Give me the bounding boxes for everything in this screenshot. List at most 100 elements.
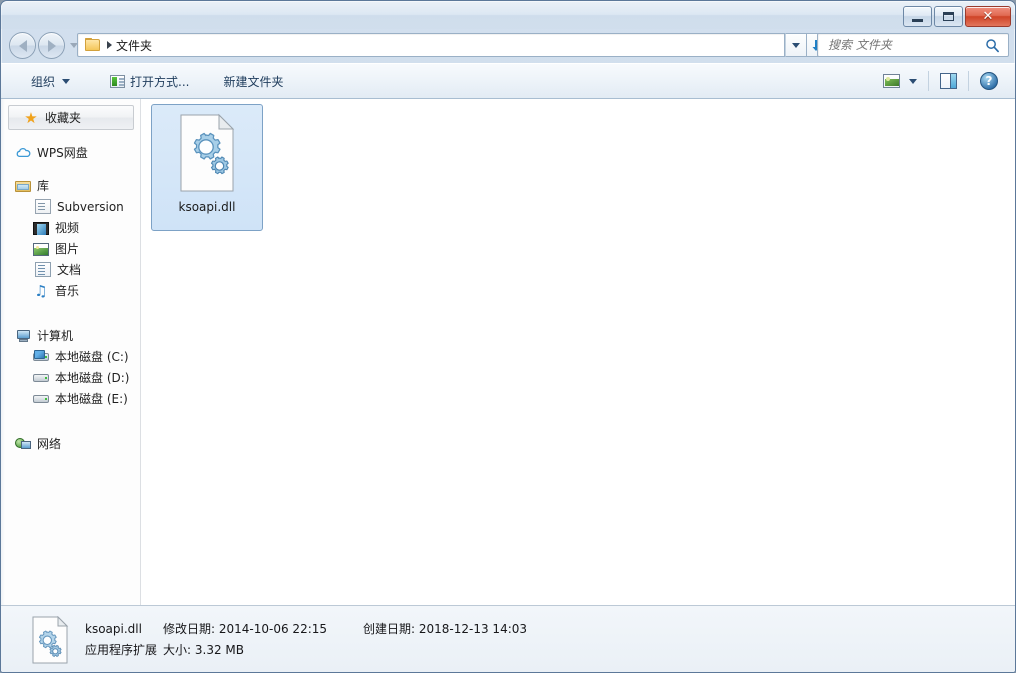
help-button[interactable]: ? (975, 68, 1003, 94)
maximize-icon (943, 12, 954, 21)
details-modified: 修改日期: 2014-10-06 22:15 (163, 620, 363, 637)
star-icon: ★ (24, 108, 38, 127)
sidebar-item-wps-cloud[interactable]: WPS网盘 (1, 142, 140, 163)
sidebar-item-favorites[interactable]: ★ 收藏夹 (8, 105, 134, 130)
sidebar-item-documents[interactable]: 文档 (1, 259, 140, 280)
details-pane: ksoapi.dll 修改日期: 2014-10-06 22:15 创建日期: … (1, 605, 1015, 672)
system-drive-icon (33, 349, 49, 365)
sidebar-item-music[interactable]: ♫ 音乐 (1, 280, 140, 301)
title-bar: ✕ (1, 1, 1015, 29)
sidebar-item-label: 视频 (55, 221, 80, 235)
sidebar-item-subversion[interactable]: Subversion (1, 196, 140, 217)
sidebar-item-videos[interactable]: 视频 (1, 217, 140, 238)
toolbar-separator (968, 71, 969, 91)
breadcrumb-current-folder[interactable]: 文件夹 (116, 37, 152, 54)
command-bar-right-group: ? (878, 64, 1015, 98)
sidebar-item-drive-c[interactable]: 本地磁盘 (C:) (1, 346, 140, 367)
details-size: 大小: 3.32 MB (163, 641, 244, 658)
help-icon: ? (980, 72, 998, 90)
address-bar-row: 文件夹 (1, 29, 1015, 63)
sidebar-item-label: 本地磁盘 (E:) (55, 392, 128, 406)
documents-icon (35, 262, 51, 277)
dll-gears-icon (175, 113, 239, 193)
search-box[interactable] (817, 33, 1009, 57)
drive-icon (33, 391, 49, 407)
sidebar-item-drive-d[interactable]: 本地磁盘 (D:) (1, 367, 140, 388)
video-icon (33, 222, 49, 235)
address-bar[interactable]: 文件夹 (77, 33, 785, 57)
arrow-right-icon (47, 39, 56, 52)
file-item-ksoapi-dll[interactable]: ksoapi.dll (151, 104, 263, 231)
music-icon: ♫ (34, 281, 48, 300)
sidebar-item-label: 计算机 (37, 329, 74, 343)
network-icon (15, 436, 31, 452)
navigation-pane: ★ 收藏夹 WPS网盘 库 Subversion 视频 图片 文档 ♫ 音乐 计… (1, 99, 141, 605)
sidebar-item-network[interactable]: 网络 (1, 433, 140, 454)
change-view-button[interactable] (878, 68, 922, 94)
open-with-button[interactable]: 打开方式... (102, 69, 197, 93)
details-modified-value: 2014-10-06 22:15 (218, 622, 328, 636)
details-modified-label: 修改日期: (163, 622, 216, 636)
sidebar-item-libraries[interactable]: 库 (1, 175, 140, 196)
sidebar-item-label: 文档 (57, 263, 82, 277)
toolbar-separator (928, 71, 929, 91)
open-with-label: 打开方式... (130, 74, 190, 89)
chevron-down-icon (909, 78, 917, 84)
sidebar-item-label: Subversion (57, 199, 124, 214)
breadcrumb-separator-icon (107, 41, 112, 49)
preview-pane-button[interactable] (935, 68, 962, 94)
chevron-down-icon (792, 42, 800, 48)
drive-icon (33, 370, 49, 386)
address-dropdown-button[interactable] (785, 33, 807, 57)
sidebar-item-label: 收藏夹 (45, 111, 82, 125)
new-folder-button[interactable]: 新建文件夹 (215, 69, 291, 93)
details-size-value: 3.32 MB (194, 643, 244, 657)
close-icon: ✕ (982, 9, 994, 24)
library-icon (15, 178, 31, 194)
details-size-label: 大小: (163, 643, 192, 657)
back-button[interactable] (9, 32, 36, 59)
sidebar-item-computer[interactable]: 计算机 (1, 325, 140, 346)
command-bar: 组织 打开方式... 新建文件夹 ? (1, 63, 1015, 99)
sidebar-item-label: 本地磁盘 (C:) (55, 350, 129, 364)
explorer-window: ✕ 文件夹 搜索 文件夹 组织 打开方式... 新建文件夹 ? ★ 收藏夹 WP… (0, 0, 1016, 673)
sidebar-item-label: 库 (37, 179, 50, 193)
preview-pane-icon (940, 73, 957, 89)
window-controls: ✕ (903, 6, 1011, 27)
minimize-button[interactable] (903, 6, 932, 27)
details-line-1: ksoapi.dll 修改日期: 2014-10-06 22:15 创建日期: … (85, 620, 527, 637)
sidebar-item-label: 本地磁盘 (D:) (55, 371, 130, 385)
computer-icon (15, 328, 31, 344)
sidebar-item-drive-e[interactable]: 本地磁盘 (E:) (1, 388, 140, 409)
sidebar-item-pictures[interactable]: 图片 (1, 238, 140, 259)
file-name-label: ksoapi.dll (178, 200, 236, 214)
minimize-icon (912, 18, 923, 22)
details-created-value: 2018-12-13 14:03 (418, 622, 528, 636)
subversion-icon (35, 199, 51, 214)
pictures-icon (33, 243, 49, 256)
file-list-view[interactable]: ksoapi.dll (141, 99, 1015, 605)
folder-icon (85, 38, 101, 52)
organize-label: 组织 (31, 74, 56, 89)
open-with-icon (110, 74, 126, 88)
new-folder-label: 新建文件夹 (223, 74, 284, 89)
details-file-type: 应用程序扩展 (85, 643, 158, 657)
sidebar-item-label: 音乐 (55, 284, 80, 298)
sidebar-item-label: 图片 (55, 242, 80, 256)
organize-button[interactable]: 组织 (23, 69, 78, 93)
details-text-group: ksoapi.dll 修改日期: 2014-10-06 22:15 创建日期: … (85, 616, 527, 658)
close-button[interactable]: ✕ (965, 6, 1011, 27)
navigation-buttons (9, 32, 78, 59)
details-created: 创建日期: 2018-12-13 14:03 (363, 620, 527, 637)
dll-gears-icon (29, 615, 71, 664)
forward-button[interactable] (38, 32, 65, 59)
chevron-down-icon (62, 78, 71, 84)
maximize-button[interactable] (934, 6, 963, 27)
search-input[interactable] (826, 37, 976, 53)
sidebar-item-label: 网络 (37, 437, 62, 451)
